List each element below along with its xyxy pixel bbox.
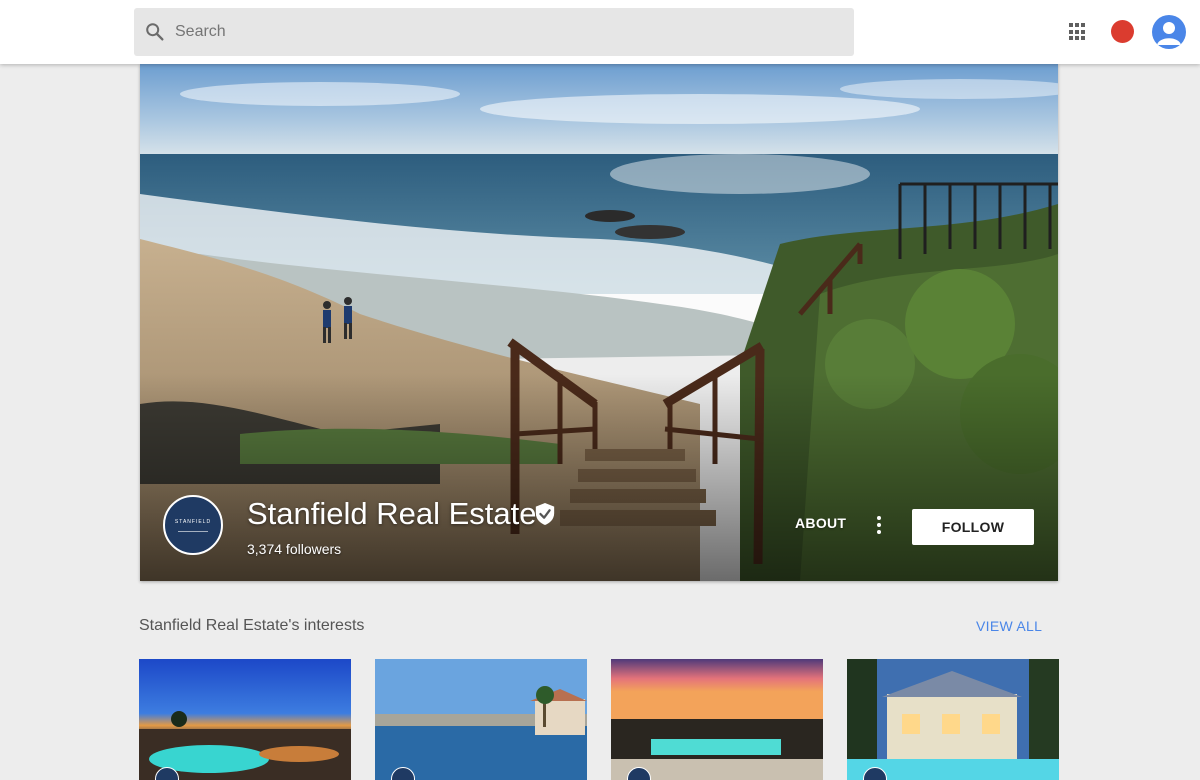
interests-heading: Stanfield Real Estate's interests bbox=[139, 617, 365, 634]
verified-check-icon bbox=[535, 503, 555, 525]
follower-count: 3,374 followers bbox=[247, 541, 342, 557]
interest-card[interactable] bbox=[611, 659, 823, 780]
more-options-icon[interactable] bbox=[876, 516, 882, 534]
notification-indicator[interactable] bbox=[1111, 20, 1134, 43]
person-icon bbox=[1157, 22, 1181, 45]
follow-button[interactable]: FOLLOW bbox=[912, 509, 1034, 545]
search-input[interactable] bbox=[175, 23, 815, 41]
sunset-pool-image bbox=[611, 659, 823, 780]
pool-dusk-image bbox=[139, 659, 351, 780]
interest-card[interactable] bbox=[847, 659, 1059, 780]
about-button[interactable]: ABOUT bbox=[795, 515, 846, 531]
account-avatar[interactable] bbox=[1152, 15, 1186, 49]
search-box[interactable] bbox=[134, 8, 854, 56]
profile-logo-text: STANFIELD bbox=[174, 518, 212, 525]
interest-card[interactable] bbox=[375, 659, 587, 780]
page-title: Stanfield Real Estate bbox=[247, 496, 537, 531]
view-all-link[interactable]: VIEW ALL bbox=[976, 618, 1042, 634]
top-app-bar bbox=[0, 0, 1200, 64]
profile-logo[interactable]: STANFIELD bbox=[163, 495, 223, 555]
cover-photo: STANFIELD Stanfield Real Estate 3,374 fo… bbox=[140, 64, 1058, 581]
search-icon bbox=[146, 23, 164, 41]
profile-logo-divider bbox=[178, 530, 208, 532]
interest-card[interactable] bbox=[139, 659, 351, 780]
apps-grid-icon[interactable] bbox=[1069, 23, 1087, 41]
harbor-homes-image bbox=[375, 659, 587, 780]
mansion-pool-image bbox=[847, 659, 1059, 780]
